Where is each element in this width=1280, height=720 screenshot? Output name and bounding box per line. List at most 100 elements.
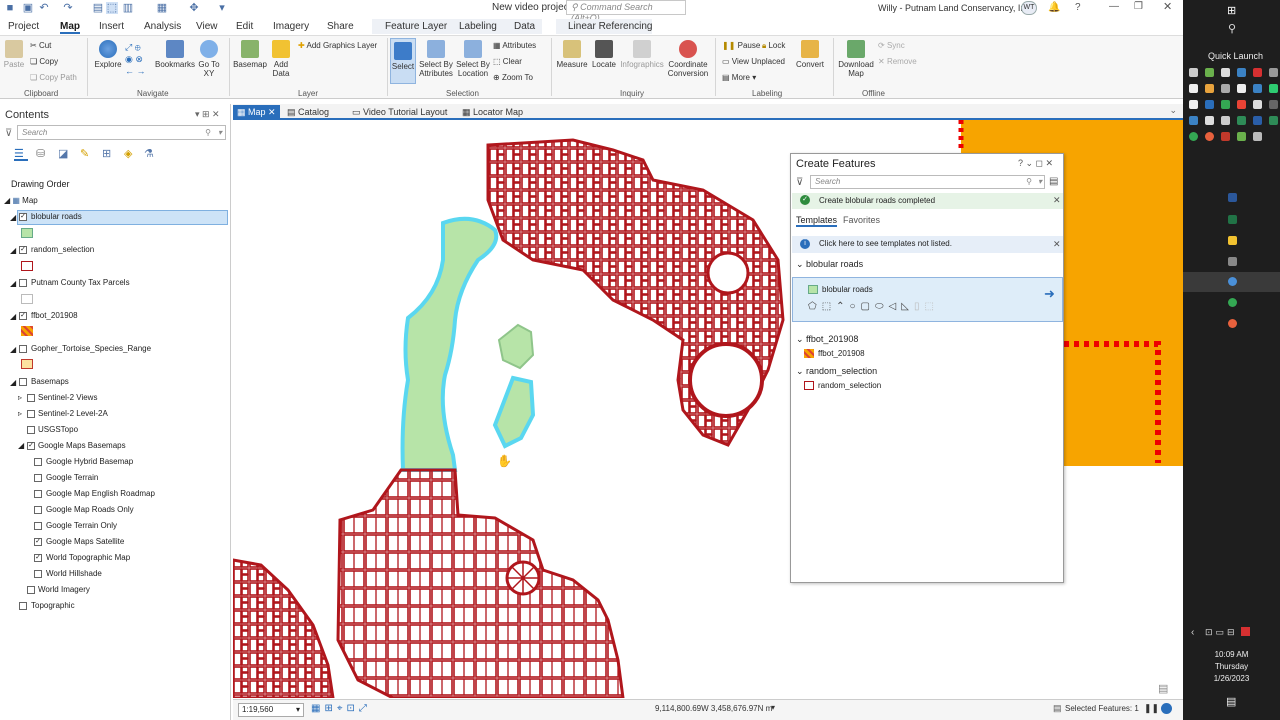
- cut-button[interactable]: ✂ Cut: [30, 41, 51, 50]
- file-explorer-icon[interactable]: [1228, 236, 1237, 245]
- taskbar-date[interactable]: 1/26/2023: [1183, 674, 1280, 683]
- select-by-location-button[interactable]: Select By Location: [455, 40, 491, 78]
- close-icon[interactable]: ✕: [1053, 195, 1061, 206]
- go-to-xy-button[interactable]: Go To XY: [196, 40, 222, 78]
- signed-in-user[interactable]: Willy - Putnam Land Conservancy, Inc.: [878, 3, 1032, 13]
- layer-checkbox-google-terrain-only[interactable]: [34, 522, 42, 530]
- app-icon[interactable]: [1189, 68, 1198, 77]
- app-icon[interactable]: [1253, 132, 1262, 141]
- layer-checkbox-world-hillshade[interactable]: [34, 570, 42, 578]
- app-icon[interactable]: [1253, 84, 1262, 93]
- search-icon[interactable]: ⚲: [1228, 22, 1236, 35]
- layer-checkbox-sentinel-l2a[interactable]: [27, 410, 35, 418]
- locate-button[interactable]: Locate: [589, 40, 619, 69]
- expand-icon[interactable]: ◢: [10, 345, 16, 354]
- template-group-blobular-roads[interactable]: ⌄ blobular roads: [796, 259, 863, 270]
- app-icon[interactable]: [1237, 84, 1246, 93]
- symbol-swatch-random-selection[interactable]: [21, 261, 33, 271]
- tab-analysis[interactable]: Analysis: [144, 21, 181, 32]
- template-item-blobular-roads[interactable]: blobular roads ➜ ⬠⬚⌃○▢⬭◁◺▯⬚: [792, 277, 1063, 322]
- notification-icon[interactable]: 🔔: [1048, 2, 1060, 13]
- windows-start-icon[interactable]: ⊞: [1227, 4, 1236, 17]
- layer-checkbox-world-topographic[interactable]: ✓: [34, 554, 42, 562]
- tab-linear-referencing[interactable]: Linear Referencing: [568, 21, 653, 32]
- layer-checkbox-usgstopo[interactable]: [27, 426, 35, 434]
- filter-icon[interactable]: ⊽: [5, 128, 12, 139]
- save-icon[interactable]: ▣: [22, 2, 34, 14]
- pan-icon[interactable]: ✥: [188, 2, 200, 14]
- lock-labeling-button[interactable]: 🔒︎ Lock: [762, 41, 785, 51]
- app-icon[interactable]: [1269, 116, 1278, 125]
- remove-button[interactable]: ✕ Remove: [878, 57, 917, 66]
- convert-button[interactable]: Convert: [794, 40, 826, 69]
- drawing-order-icon[interactable]: ☰: [14, 147, 28, 161]
- new-icon[interactable]: ▤: [92, 2, 104, 14]
- layer-checkbox-topographic[interactable]: [19, 602, 27, 610]
- tab-favorites[interactable]: Favorites: [843, 215, 880, 225]
- avatar[interactable]: WT: [1021, 1, 1037, 15]
- template-search-input[interactable]: Search ⚲ ▾: [810, 175, 1045, 189]
- layer-checkbox-gopher-tortoise[interactable]: [19, 345, 27, 353]
- app-icon[interactable]: [1189, 84, 1198, 93]
- template-item-random-selection[interactable]: random_selection: [818, 381, 881, 390]
- blobular-road-polygon-selected[interactable]: [400, 216, 499, 472]
- app-icon[interactable]: [1237, 100, 1246, 109]
- app-icon[interactable]: [1205, 100, 1214, 109]
- blobular-road-polygon-selected[interactable]: [492, 375, 536, 449]
- app-icon[interactable]: [1189, 132, 1198, 141]
- selected-features-count[interactable]: Selected Features: 1: [1065, 704, 1139, 713]
- app-icon[interactable]: [1228, 257, 1237, 266]
- bookmarks-button[interactable]: Bookmarks: [155, 40, 195, 69]
- app-icon[interactable]: [1205, 68, 1214, 77]
- zoom-to-button[interactable]: ⊕ Zoom To: [493, 73, 533, 82]
- coordinate-conversion-button[interactable]: Coordinate Conversion: [664, 40, 712, 78]
- layer-checkbox-sentinel-views[interactable]: [27, 394, 35, 402]
- tab-share[interactable]: Share: [327, 21, 354, 32]
- blobular-road-polygon[interactable]: [497, 323, 535, 370]
- symbol-swatch-ffbot[interactable]: [21, 326, 33, 336]
- taskbar-day[interactable]: Thursday: [1183, 662, 1280, 671]
- paste-button[interactable]: Paste: [3, 40, 25, 69]
- layer-checkbox-google-hybrid[interactable]: [34, 458, 42, 466]
- firefox-icon[interactable]: [1228, 319, 1237, 328]
- tab-catalog[interactable]: ▤ Catalog: [283, 105, 333, 119]
- map-node[interactable]: ◢ ▦ Map: [4, 196, 38, 205]
- add-data-button[interactable]: Add Data: [267, 40, 295, 78]
- layer-checkbox-google-roads-only[interactable]: [34, 506, 42, 514]
- explore-button[interactable]: Explore: [93, 40, 123, 69]
- tab-templates[interactable]: Templates: [796, 215, 838, 227]
- expand-icon[interactable]: ◢: [10, 279, 16, 288]
- select-by-attributes-button[interactable]: Select By Attributes: [417, 40, 455, 78]
- tab-insert[interactable]: Insert: [99, 21, 124, 32]
- symbol-swatch-tax-parcels[interactable]: [21, 294, 33, 304]
- editing-icon[interactable]: ✎: [80, 147, 89, 160]
- expand-icon[interactable]: ◢: [10, 378, 16, 387]
- map-icon[interactable]: ▦: [156, 2, 168, 14]
- tab-locator-map[interactable]: ▦ Locator Map: [458, 105, 527, 119]
- attributes-button[interactable]: ▦ Attributes: [493, 41, 536, 50]
- arrow-right-icon[interactable]: ➜: [1044, 286, 1055, 302]
- data-source-icon[interactable]: ⛁: [36, 147, 45, 160]
- layer-checkbox-google-satellite[interactable]: ✓: [34, 538, 42, 546]
- notifications-icon[interactable]: ▤: [1158, 682, 1168, 695]
- app-icon[interactable]: [1205, 132, 1214, 141]
- labeling-icon[interactable]: ◈: [124, 147, 132, 160]
- app-icon[interactable]: [1221, 84, 1230, 93]
- tab-edit[interactable]: Edit: [236, 21, 253, 32]
- select-button[interactable]: Select: [390, 38, 416, 84]
- system-tray-icons[interactable]: ⊡▭⊟: [1205, 627, 1238, 638]
- app-icon[interactable]: [1237, 132, 1246, 141]
- more-labeling-button[interactable]: ▤ More ▾: [722, 73, 756, 82]
- basemap-button[interactable]: Basemap: [233, 40, 267, 69]
- symbol-swatch-blobular-roads[interactable]: [21, 228, 33, 238]
- chevron-down-icon[interactable]: ⌄: [1169, 105, 1177, 116]
- symbol-swatch-gopher-tortoise[interactable]: [21, 359, 33, 369]
- app-icon[interactable]: [1269, 68, 1278, 77]
- tab-data[interactable]: Data: [514, 21, 535, 32]
- tab-imagery[interactable]: Imagery: [273, 21, 309, 32]
- clear-button[interactable]: ⬚ Clear: [493, 57, 522, 66]
- close-icon[interactable]: ✕: [1163, 0, 1172, 13]
- parcel-cluster-south[interactable]: [336, 468, 625, 698]
- scale-selector[interactable]: 1:19,560 ▾: [238, 703, 304, 717]
- tab-view[interactable]: View: [196, 21, 218, 32]
